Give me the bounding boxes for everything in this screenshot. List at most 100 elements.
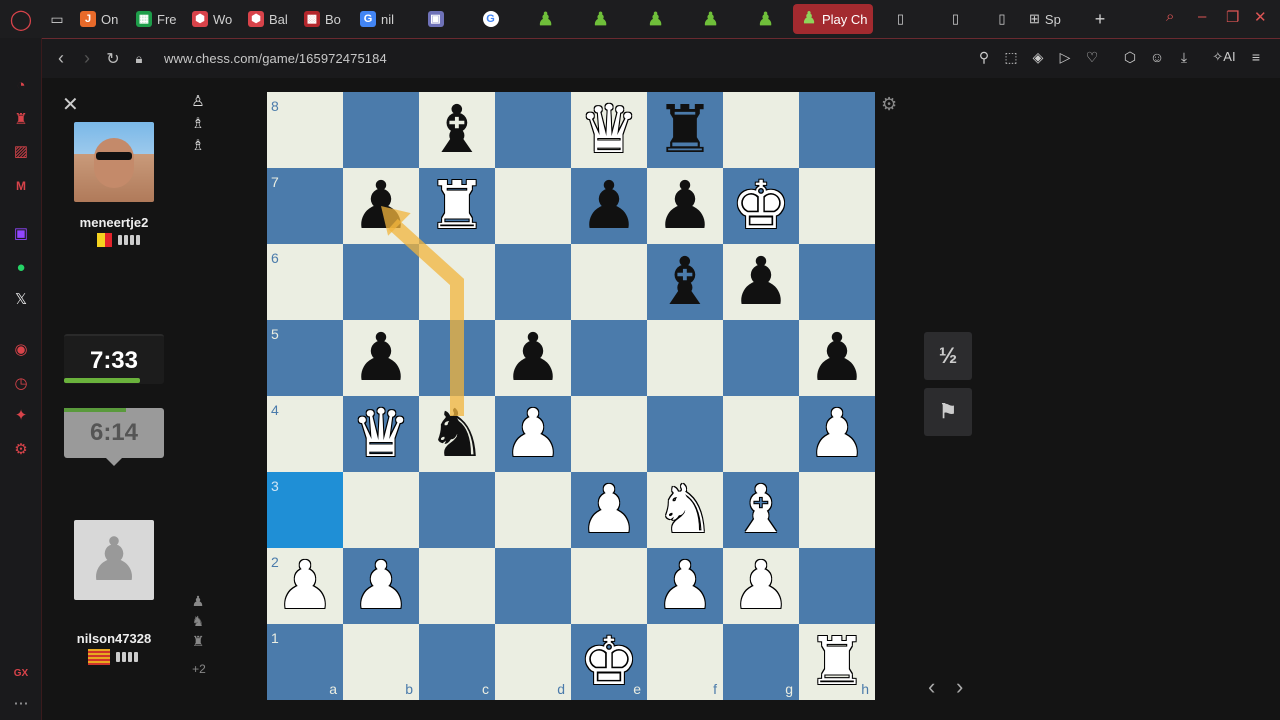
black-pawn-b5[interactable]: ♟	[343, 320, 419, 396]
square-b3[interactable]	[343, 472, 419, 548]
square-a2[interactable]: 2 ♟	[267, 548, 343, 624]
opera-logo-icon[interactable]: ◯	[0, 4, 42, 34]
extensions-icon[interactable]: ✦	[11, 406, 31, 426]
square-e3[interactable]: ♟	[571, 472, 647, 548]
square-a6[interactable]: 6	[267, 244, 343, 320]
white-pawn-d4[interactable]: ♟	[495, 396, 571, 472]
square-d3[interactable]	[495, 472, 571, 548]
square-c3[interactable]	[419, 472, 495, 548]
tab-app[interactable]: ▣	[408, 4, 463, 34]
settings-icon[interactable]: ⚙	[11, 440, 31, 460]
tab-doc-2[interactable]: ▯	[928, 4, 983, 34]
tab-doc-1[interactable]: ▯	[873, 4, 928, 34]
player-icon[interactable]: ◉	[11, 340, 31, 360]
tab-play-chess[interactable]: ♟ Play Ch	[793, 4, 873, 34]
square-d1[interactable]: d	[495, 624, 571, 700]
square-h6[interactable]	[799, 244, 875, 320]
black-pawn-b7[interactable]: ♟	[343, 168, 419, 244]
top-player-name[interactable]: meneertje2	[44, 215, 184, 230]
avatar-bottom-player[interactable]: ♟	[74, 520, 154, 600]
square-g3[interactable]: ♝	[723, 472, 799, 548]
square-c5[interactable]	[419, 320, 495, 396]
square-f5[interactable]	[647, 320, 723, 396]
square-a1[interactable]: 1a	[267, 624, 343, 700]
avatar-top-player[interactable]	[74, 122, 154, 202]
white-pawn-f2[interactable]: ♟	[647, 548, 723, 624]
snapshot-icon[interactable]: ⬚	[1001, 49, 1021, 66]
black-rook-f8[interactable]: ♜	[647, 92, 723, 168]
mail-icon[interactable]: M	[11, 176, 31, 196]
tab-spaces[interactable]: ⊞ Sp	[1021, 4, 1085, 34]
tab-google[interactable]: G	[463, 4, 518, 34]
square-c8[interactable]: ♝	[419, 92, 495, 168]
white-knight-f3[interactable]: ♞	[647, 472, 723, 548]
square-b8[interactable]	[343, 92, 419, 168]
square-g5[interactable]	[723, 320, 799, 396]
square-d5[interactable]: ♟	[495, 320, 571, 396]
white-pawn-b2[interactable]: ♟	[343, 548, 419, 624]
profile-icon[interactable]: ☺	[1147, 49, 1167, 65]
twitch-icon[interactable]: ▣	[11, 224, 31, 244]
square-b4[interactable]: ♛	[343, 396, 419, 472]
square-g8[interactable]	[723, 92, 799, 168]
tab-3[interactable]: ⬢ Bal	[240, 4, 296, 34]
next-move-button[interactable]: ›	[956, 674, 963, 700]
black-knight-c4[interactable]: ♞	[419, 396, 495, 472]
square-e6[interactable]	[571, 244, 647, 320]
square-e5[interactable]	[571, 320, 647, 396]
square-h3[interactable]	[799, 472, 875, 548]
close-window-icon[interactable]: ✕	[1254, 8, 1267, 26]
square-b1[interactable]: b	[343, 624, 419, 700]
white-queen-b4[interactable]: ♛	[343, 396, 419, 472]
white-pawn-g2[interactable]: ♟	[723, 548, 799, 624]
play-icon[interactable]: ▷	[1055, 49, 1075, 66]
square-g2[interactable]: ♟	[723, 548, 799, 624]
menu-icon[interactable]: ≡	[1246, 49, 1266, 65]
tab-2[interactable]: ⬢ Wo	[184, 4, 240, 34]
square-a3[interactable]: 3	[267, 472, 343, 548]
maximize-icon[interactable]: ❐	[1226, 8, 1239, 26]
tab-chess-1[interactable]: ♟	[518, 4, 573, 34]
tab-chess-3[interactable]: ♟	[628, 4, 683, 34]
tab-0[interactable]: J On	[72, 4, 128, 34]
square-g1[interactable]: g	[723, 624, 799, 700]
white-pawn-e3[interactable]: ♟	[571, 472, 647, 548]
news-icon[interactable]: ▨	[11, 142, 31, 162]
square-c7[interactable]: ♜	[419, 168, 495, 244]
tab-chess-2[interactable]: ♟	[573, 4, 628, 34]
close-icon[interactable]: ✕	[62, 92, 79, 117]
white-queen-e8[interactable]: ♛	[571, 92, 647, 168]
white-rook-h1[interactable]: ♜	[799, 624, 875, 700]
black-pawn-f7[interactable]: ♟	[647, 168, 723, 244]
previous-move-button[interactable]: ‹	[928, 674, 935, 700]
gamepad-icon[interactable]: ▭	[42, 4, 72, 34]
square-d7[interactable]	[495, 168, 571, 244]
chess-board[interactable]: 8 ♝ ♛ ♜ 7 ♟ ♜ ♟ ♟ ♚ 6 ♝ ♟ 5 ♟ ♟ ♟ 4 ♛ ♞ ♟ ♟ 3 ♟ ♞ ♝ 2 ♟ ♟ ♟ ♟ 1 a b c d e ♚ f g…	[267, 92, 875, 700]
square-e4[interactable]	[571, 396, 647, 472]
reload-button[interactable]: ↻	[100, 49, 126, 69]
square-g7[interactable]: ♚	[723, 168, 799, 244]
minimize-icon[interactable]: –	[1198, 8, 1206, 25]
square-c1[interactable]: c	[419, 624, 495, 700]
square-b7[interactable]: ♟	[343, 168, 419, 244]
square-h4[interactable]: ♟	[799, 396, 875, 472]
square-f6[interactable]: ♝	[647, 244, 723, 320]
square-e8[interactable]: ♛	[571, 92, 647, 168]
black-bishop-c8[interactable]: ♝	[419, 92, 495, 168]
forward-button[interactable]: ›	[74, 48, 100, 69]
square-b2[interactable]: ♟	[343, 548, 419, 624]
more-icon[interactable]: ⋯	[11, 694, 31, 714]
tab-chess-5[interactable]: ♟	[738, 4, 793, 34]
white-rook-c7[interactable]: ♜	[419, 168, 495, 244]
search-icon[interactable]: ⌕	[1166, 8, 1174, 25]
history-icon[interactable]: ◷	[11, 374, 31, 394]
square-a5[interactable]: 5	[267, 320, 343, 396]
square-f8[interactable]: ♜	[647, 92, 723, 168]
board-settings-icon[interactable]: ⚙	[881, 94, 897, 115]
tab-5[interactable]: Gnil	[352, 4, 408, 34]
square-h1[interactable]: h ♜	[799, 624, 875, 700]
ai-button[interactable]: ✧AI	[1206, 49, 1242, 65]
offer-draw-button[interactable]: ½	[924, 332, 972, 380]
extensions-icon[interactable]: ⬡	[1120, 49, 1140, 66]
back-button[interactable]: ‹	[48, 48, 74, 69]
